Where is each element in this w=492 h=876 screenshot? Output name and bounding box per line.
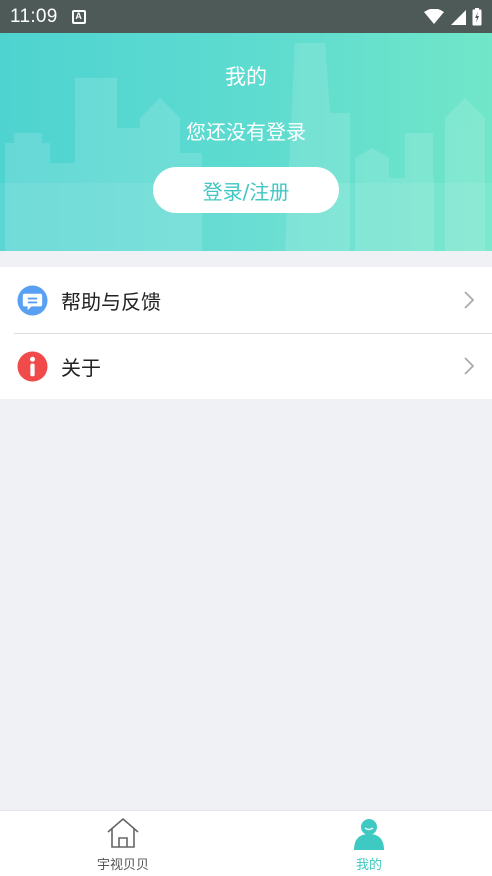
chevron-right-icon: [464, 357, 475, 375]
chat-bubble-icon: [17, 284, 48, 316]
status-bar: 11:09 A: [0, 0, 492, 33]
profile-header: 我的 您还没有登录 登录/注册: [0, 33, 492, 251]
menu-item-label: 帮助与反馈: [61, 289, 161, 314]
notification-a-icon: A: [71, 9, 86, 24]
login-register-button[interactable]: 登录/注册: [153, 167, 339, 213]
not-logged-in-text: 您还没有登录: [186, 120, 306, 144]
menu-item-label: 关于: [61, 355, 101, 380]
battery-icon: [472, 7, 482, 25]
tab-home-label: 宇视贝贝: [96, 858, 149, 873]
menu-item-about[interactable]: 关于: [0, 333, 492, 399]
user-icon: [354, 819, 384, 850]
tab-me[interactable]: 我的: [246, 811, 492, 876]
wifi-icon: [424, 8, 444, 24]
page-title: 我的: [225, 65, 267, 89]
tab-me-label: 我的: [355, 858, 382, 873]
status-time: 11:09: [10, 5, 58, 27]
menu-list: 帮助与反馈 关于: [0, 267, 492, 399]
home-icon: [107, 818, 139, 848]
signal-icon: [451, 9, 466, 25]
chevron-right-icon: [464, 291, 475, 309]
tab-home[interactable]: 宇视贝贝: [0, 811, 246, 876]
info-icon: [17, 350, 48, 382]
status-left: 11:09 A: [10, 6, 86, 28]
menu-item-help-feedback[interactable]: 帮助与反馈: [0, 267, 492, 333]
profile-screen: 11:09 A 我的 您还没有登录 登录/注册 帮助与反馈 关于 宇视贝贝 我的: [0, 0, 492, 876]
bottom-navigation: 宇视贝贝 我的: [0, 810, 492, 876]
status-right: [424, 7, 482, 26]
